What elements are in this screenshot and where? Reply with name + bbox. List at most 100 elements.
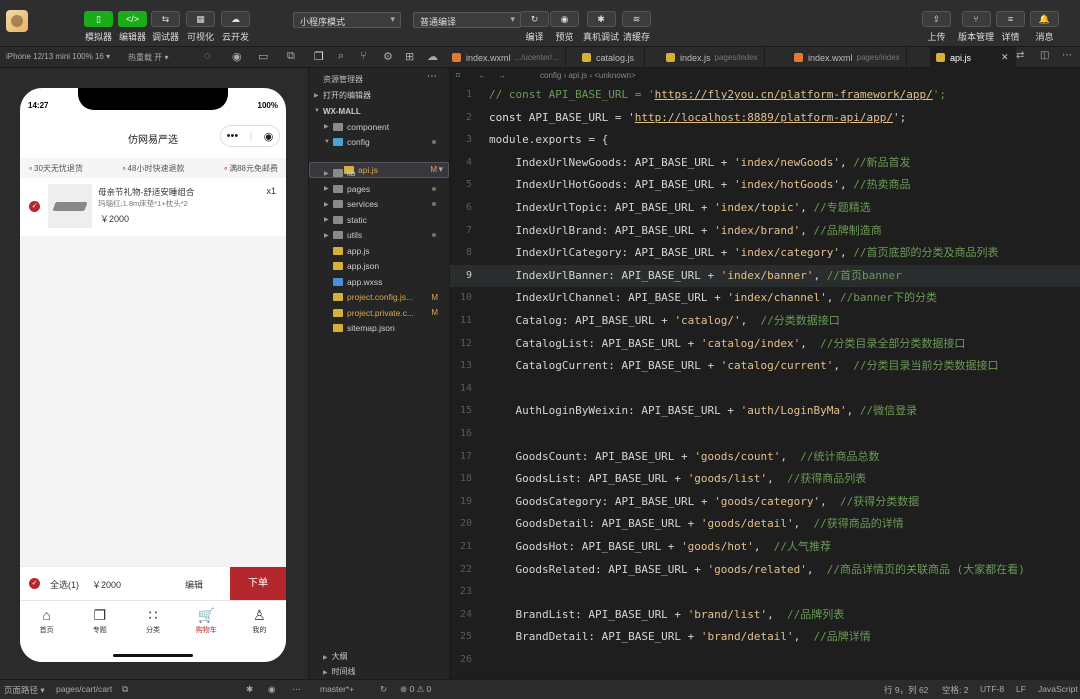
sync-icon[interactable]: ↻ xyxy=(380,684,387,695)
toolbar-mid-button-2[interactable]: ✱ 真机调试 xyxy=(583,11,619,43)
code-editor[interactable]: ⌑ ← → config › api.js › <unknown> 1 // co… xyxy=(450,68,1080,679)
search-icon[interactable]: ⌕ xyxy=(338,50,344,63)
toolbar-right-button-0[interactable]: ⇪ 上传 xyxy=(922,11,951,43)
bug-icon[interactable]: ✱ xyxy=(246,684,253,695)
toolbar-left-button-1[interactable]: </> 编辑器 xyxy=(118,11,147,43)
more-icon[interactable]: ⋯ xyxy=(292,684,301,695)
explorer-item[interactable]: ▶ component xyxy=(309,119,449,135)
explorer-item[interactable]: ▶ utils xyxy=(309,228,449,244)
code-line[interactable]: 4 IndexUrlNewGoods: API_BASE_URL + 'inde… xyxy=(450,152,1080,175)
code-line[interactable]: 21 GoodsHot: API_BASE_URL + 'goods/hot',… xyxy=(450,536,1080,559)
compile-select[interactable]: 普通编译 xyxy=(413,12,521,28)
edit-button[interactable]: 编辑 xyxy=(185,578,203,591)
code-line[interactable]: 19 GoodsCategory: API_BASE_URL + 'goods/… xyxy=(450,491,1080,514)
code-line[interactable]: 5 IndexUrlHotGoods: API_BASE_URL + 'inde… xyxy=(450,174,1080,197)
rotate-icon[interactable]: ◌ xyxy=(204,50,211,62)
editor-tab[interactable]: index.js pages/index xyxy=(660,47,765,68)
code-line[interactable]: 2 const API_BASE_URL = 'http://localhost:… xyxy=(450,107,1080,130)
copy-icon[interactable]: ⧉ xyxy=(122,684,128,695)
toolbar-mid-button-3[interactable]: ≋ 清缓存 xyxy=(622,11,651,43)
close-circle-icon[interactable]: ◉ xyxy=(264,130,274,143)
toolbar-left-button-0[interactable]: ▯ 模拟器 xyxy=(84,11,113,43)
tab-item[interactable]: 🛒 购物车 xyxy=(180,601,233,662)
code-line[interactable]: 24 BrandList: API_BASE_URL + 'brand/list… xyxy=(450,604,1080,627)
toolbar-right-button-3[interactable]: 🔔 消息 xyxy=(1030,11,1059,43)
end-of-line[interactable]: LF xyxy=(1016,684,1026,694)
mode-select[interactable]: 小程序模式 xyxy=(293,12,401,28)
split-editor-icon[interactable]: ◫ xyxy=(1040,50,1049,61)
code-line[interactable]: 26 xyxy=(450,649,1080,672)
code-line[interactable]: 6 IndexUrlTopic: API_BASE_URL + 'index/t… xyxy=(450,197,1080,220)
select-all-label[interactable]: 全选(1) xyxy=(50,578,79,591)
screen-icon[interactable]: ▭ xyxy=(258,50,268,63)
code-line[interactable]: 17 GoodsCount: API_BASE_URL + 'goods/cou… xyxy=(450,446,1080,469)
debug-icon[interactable]: ⚙ xyxy=(383,50,393,63)
explorer-item[interactable]: ▶ pages xyxy=(309,181,449,197)
item-check-icon[interactable]: ✓ xyxy=(29,201,40,212)
extensions-icon[interactable]: ⊞ xyxy=(405,50,414,63)
record-icon[interactable]: ◉ xyxy=(232,50,242,63)
toolbar-left-button-3[interactable]: ▦ 可视化 xyxy=(186,11,215,43)
encoding[interactable]: UTF-8 xyxy=(980,684,1004,694)
explorer-item[interactable]: project.config.js... M xyxy=(309,290,449,306)
editor-tab[interactable]: api.js ✕ xyxy=(930,47,1016,68)
tab-item[interactable]: ∷ 分类 xyxy=(126,601,179,662)
code-line[interactable]: 13 CatalogCurrent: API_BASE_URL + 'catal… xyxy=(450,355,1080,378)
outline-header[interactable]: ▶ 大纲 xyxy=(309,648,450,663)
open-editors-section[interactable]: ▶ 打开的编辑器 xyxy=(309,88,449,104)
explorer-item[interactable]: app.json xyxy=(309,259,449,275)
code-line[interactable]: 20 GoodsDetail: API_BASE_URL + 'goods/de… xyxy=(450,513,1080,536)
code-line[interactable]: 25 BrandDetail: API_BASE_URL + 'brand/de… xyxy=(450,626,1080,649)
more-icon[interactable]: ⋯ xyxy=(1062,50,1072,61)
explorer-item[interactable]: ▼ config xyxy=(309,135,449,151)
tab-item[interactable]: ❐ 专题 xyxy=(73,601,126,662)
code-line[interactable]: 3 module.exports = { xyxy=(450,129,1080,152)
device-select[interactable]: iPhone 12/13 mini 100% 16 ▾ xyxy=(6,52,110,61)
problems-count[interactable]: ⊗ 0 ⚠ 0 xyxy=(400,684,431,695)
explorer-item[interactable]: project.private.c... M xyxy=(309,305,449,321)
close-icon[interactable]: ✕ xyxy=(1001,52,1009,63)
order-button[interactable]: 下单 xyxy=(230,567,286,601)
code-line[interactable]: 11 Catalog: API_BASE_URL + 'catalog/', /… xyxy=(450,310,1080,333)
hot-reload-toggle[interactable]: 热重载 开 ▾ xyxy=(128,52,168,63)
toolbar-right-button-2[interactable]: ≡ 详情 xyxy=(996,11,1025,43)
toolbar-mid-button-0[interactable]: ↻ 编译 xyxy=(520,11,549,43)
more-dots-icon[interactable]: ••• xyxy=(227,130,239,142)
code-line[interactable]: 14 xyxy=(450,378,1080,401)
cart-item[interactable]: ✓ 母亲节礼物-舒适安睡组合 玛瑙红;1.8m床垫*1+枕头*2 ￥2000 x… xyxy=(20,178,286,236)
editor-tab[interactable]: index.wxml pages/index xyxy=(788,47,907,68)
code-line[interactable]: 22 GoodsRelated: API_BASE_URL + 'goods/r… xyxy=(450,559,1080,582)
popout-icon[interactable]: ⧉ xyxy=(287,50,295,63)
product-thumbnail[interactable] xyxy=(48,184,92,228)
code-line[interactable]: 8 IndexUrlCategory: API_BASE_URL + 'inde… xyxy=(450,242,1080,265)
code-line[interactable]: 10 IndexUrlChannel: API_BASE_URL + 'inde… xyxy=(450,287,1080,310)
page-path[interactable]: pages/cart/cart xyxy=(56,684,112,694)
tab-item[interactable]: ⌂ 首页 xyxy=(20,601,73,662)
code-line[interactable]: 23 xyxy=(450,581,1080,604)
explorer-item[interactable]: ▶ services xyxy=(309,197,449,213)
forward-icon[interactable]: → xyxy=(498,71,506,80)
code-line[interactable]: 15 AuthLoginByWeixin: API_BASE_URL + 'au… xyxy=(450,400,1080,423)
timeline-header[interactable]: ▶ 时间线 xyxy=(309,663,450,678)
split-compare-icon[interactable]: ⇄ xyxy=(1016,50,1024,61)
toolbar-right-button-1[interactable]: ⑂ 版本管理 xyxy=(958,11,994,43)
toolbar-left-button-2[interactable]: ⇆ 调试器 xyxy=(151,11,180,43)
toolbar-mid-button-1[interactable]: ◉ 预览 xyxy=(550,11,579,43)
code-line[interactable]: 12 CatalogList: API_BASE_URL + 'catalog/… xyxy=(450,333,1080,356)
eye-icon[interactable]: ◉ xyxy=(268,684,275,695)
explorer-item[interactable]: ▶ static xyxy=(309,212,449,228)
explorer-item[interactable]: sitemap.json xyxy=(309,321,449,337)
editor-tab[interactable]: catalog.js xyxy=(576,47,646,68)
user-avatar[interactable] xyxy=(6,10,28,32)
explorer-item[interactable]: app.wxss xyxy=(309,274,449,290)
miniprogram-capsule[interactable]: ••• | ◉ xyxy=(220,125,280,147)
code-line[interactable]: 16 xyxy=(450,423,1080,446)
select-all-check-icon[interactable]: ✓ xyxy=(29,578,40,589)
explorer-item[interactable]: app.js xyxy=(309,243,449,259)
git-icon[interactable]: ⑂ xyxy=(360,50,367,62)
cloud-icon[interactable]: ☁ xyxy=(427,50,438,63)
editor-tab[interactable]: index.wxml .../ucenter/... xyxy=(446,47,566,68)
back-icon[interactable]: ← xyxy=(478,71,486,80)
language-mode[interactable]: JavaScript xyxy=(1038,684,1078,694)
files-icon[interactable]: ❐ xyxy=(314,50,324,63)
